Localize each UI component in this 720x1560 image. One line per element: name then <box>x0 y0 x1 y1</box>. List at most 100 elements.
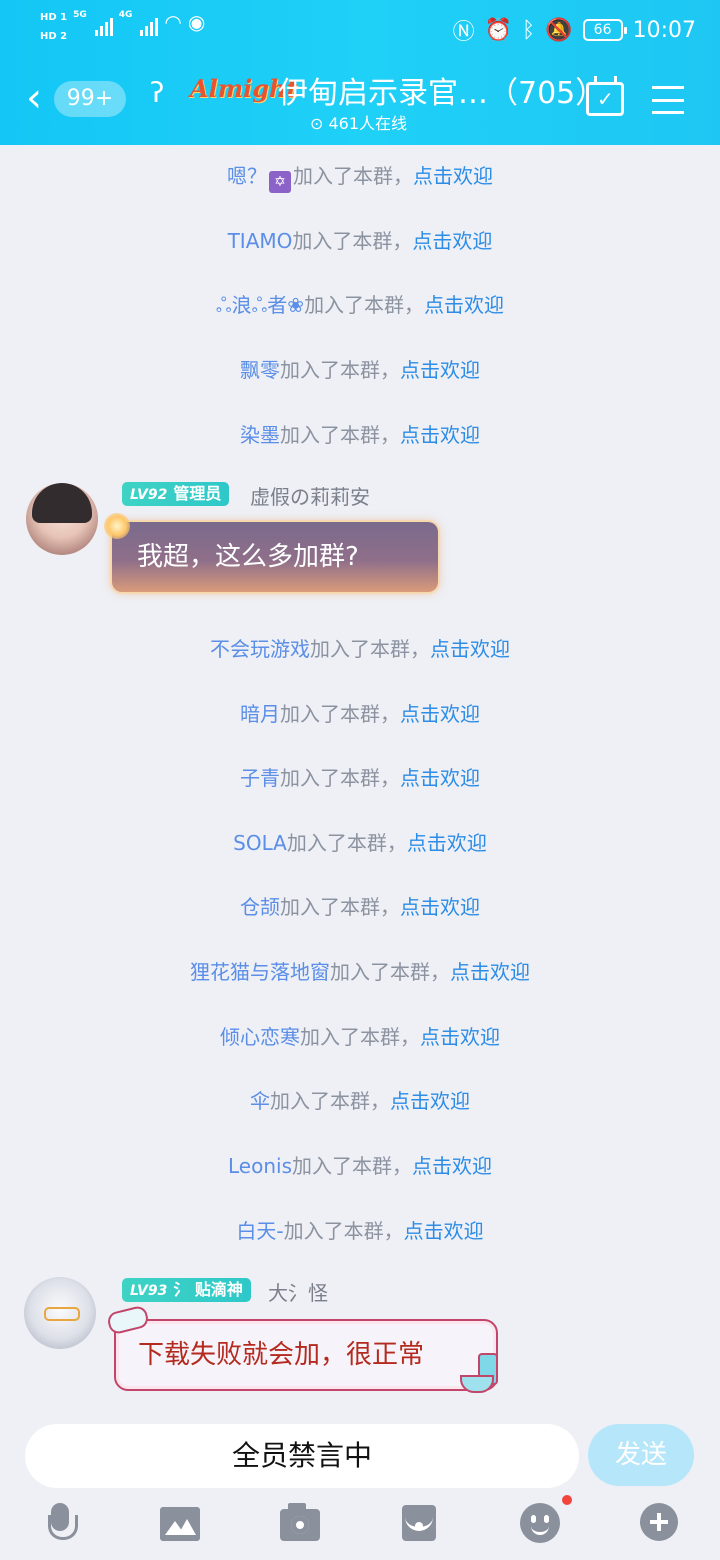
join-text: 加入了本群， <box>293 164 413 188</box>
sender-name[interactable]: 虚假の莉莉安 <box>250 481 370 510</box>
join-text: 加入了本群， <box>330 960 450 984</box>
welcome-link[interactable]: 点击欢迎 <box>400 358 480 382</box>
member-name[interactable]: Leonis <box>228 1154 292 1178</box>
join-notice: 嗯？ ✡ 加入了本群，点击欢迎 <box>0 160 720 193</box>
member-name[interactable]: 伞 <box>250 1089 270 1113</box>
sender-name[interactable]: 大氵怪 <box>268 1277 328 1306</box>
group-title[interactable]: 伊甸启示录官…（705） <box>278 68 605 112</box>
sun-decoration-icon <box>104 513 130 539</box>
join-notice: 倾心恋寒加入了本群，点击欢迎 <box>0 1021 720 1050</box>
welcome-link[interactable]: 点击欢迎 <box>412 229 492 253</box>
alarm-icon: ⏰ <box>484 17 512 43</box>
calendar-check-icon[interactable] <box>586 76 624 116</box>
join-text: 加入了本群， <box>280 895 400 919</box>
join-text: 加入了本群， <box>283 1219 404 1243</box>
member-name[interactable]: 飘零 <box>240 358 280 382</box>
join-notice: 暗月加入了本群，点击欢迎 <box>0 698 720 727</box>
camera-icon[interactable] <box>280 1503 320 1541</box>
chat-message-list[interactable]: 嗯？ ✡ 加入了本群，点击欢迎 TIAMO加入了本群，点击欢迎 ஃ浪ஃ者❀加入了本群… <box>0 145 720 1407</box>
unread-badge[interactable]: 99+ <box>54 81 126 117</box>
message-bubble[interactable]: 我超，这么多加群? <box>112 522 438 592</box>
nfc-icon: Ⓝ <box>452 20 475 45</box>
member-name[interactable]: 嗯？ <box>227 164 267 188</box>
swirl-decoration-icon: ஃ <box>251 293 268 317</box>
member-name[interactable]: 子青 <box>240 766 280 790</box>
image-icon[interactable] <box>160 1507 200 1541</box>
status-bar: HD 1 HD 2 5G 4G ◠ ◉ Ⓝ ⏰ ᛒ 🔕 66 10:07 <box>0 0 720 56</box>
avatar[interactable] <box>24 1277 96 1349</box>
network-4g-label: 4G <box>118 10 133 20</box>
join-notice: TIAMO加入了本群，点击欢迎 <box>0 225 720 254</box>
welcome-link[interactable]: 点击欢迎 <box>390 1089 470 1113</box>
welcome-link[interactable]: 点击欢迎 <box>400 702 480 726</box>
microphone-icon[interactable] <box>42 1503 82 1543</box>
join-notice: 不会玩游戏加入了本群，点击欢迎 <box>0 633 720 662</box>
join-notice: 狸花猫与落地窗加入了本群，点击欢迎 <box>0 956 720 985</box>
join-notice: 伞加入了本群，点击欢迎 <box>0 1085 720 1114</box>
red-packet-icon[interactable] <box>402 1505 436 1541</box>
join-text: 加入了本群， <box>292 229 413 253</box>
join-notice: SOLA加入了本群，点击欢迎 <box>0 827 720 856</box>
network-5g-label: 5G <box>73 10 87 20</box>
join-text: 加入了本群， <box>280 358 400 382</box>
flower-decoration-icon: ❀ <box>287 293 305 317</box>
member-name[interactable]: 狸花猫与落地窗 <box>190 960 330 984</box>
join-text: 加入了本群， <box>280 766 400 790</box>
menu-icon[interactable] <box>652 86 684 114</box>
level-label: LV93 <box>130 1283 168 1299</box>
online-check-icon: ⊙ <box>310 114 329 133</box>
member-name-part: 浪 <box>231 293 252 317</box>
tag-decoration-icon: 氵 <box>173 1280 195 1299</box>
join-text: 加入了本群， <box>280 423 400 447</box>
wifi-icon: ◠ <box>164 10 182 34</box>
welcome-link[interactable]: 点击欢迎 <box>413 164 493 188</box>
online-count-text: 461人在线 <box>328 114 408 133</box>
member-level-tag: LV92 管理员 <box>122 482 230 506</box>
join-text: 加入了本群， <box>270 1089 390 1113</box>
join-text: 加入了本群， <box>280 702 400 726</box>
send-button[interactable]: 发送 <box>588 1424 694 1486</box>
input-bar: 全员禁言中 发送 <box>0 1407 720 1560</box>
welcome-link[interactable]: 点击欢迎 <box>424 293 504 317</box>
member-name[interactable]: 白天- <box>236 1219 283 1243</box>
role-label: 贴滴神 <box>194 1280 243 1299</box>
join-notice: ஃ浪ஃ者❀加入了本群，点击欢迎 <box>0 289 720 320</box>
sim2-label: HD 2 <box>40 31 68 42</box>
join-text: 加入了本群， <box>304 293 425 317</box>
member-name[interactable]: SOLA <box>233 831 287 855</box>
welcome-link[interactable]: 点击欢迎 <box>407 831 487 855</box>
bottle-decoration-icon <box>460 1349 500 1393</box>
member-name[interactable]: 倾心恋寒 <box>220 1025 300 1049</box>
member-name-part: 者 <box>267 293 288 317</box>
welcome-link[interactable]: 点击欢迎 <box>400 423 480 447</box>
battery-icon: 66 <box>582 19 627 41</box>
member-name[interactable]: 不会玩游戏 <box>210 637 310 661</box>
member-level-tag: LV93 氵 贴滴神 <box>122 1278 251 1302</box>
member-name[interactable]: TIAMO <box>228 229 293 253</box>
message-bubble[interactable]: 下载失败就会加，很正常 <box>114 1319 498 1391</box>
welcome-link[interactable]: 点击欢迎 <box>404 1219 484 1243</box>
eye-icon: ◉ <box>187 10 206 34</box>
member-name[interactable]: 仓颉 <box>240 895 280 919</box>
emoji-icon[interactable] <box>520 1503 560 1543</box>
welcome-link[interactable]: 点击欢迎 <box>400 895 480 919</box>
join-text: 加入了本群， <box>300 1025 420 1049</box>
member-name[interactable]: 染墨 <box>240 423 280 447</box>
message-input[interactable]: 全员禁言中 <box>25 1424 579 1488</box>
welcome-link[interactable]: 点击欢迎 <box>412 1154 492 1178</box>
avatar[interactable] <box>26 483 98 555</box>
role-label: 管理员 <box>173 484 222 503</box>
plus-icon[interactable] <box>640 1503 678 1541</box>
welcome-link[interactable]: 点击欢迎 <box>450 960 530 984</box>
member-name[interactable]: 暗月 <box>240 702 280 726</box>
signal-icon-2 <box>140 14 159 36</box>
back-arrow-icon[interactable]: ‹ <box>26 78 42 118</box>
welcome-link[interactable]: 点击欢迎 <box>400 766 480 790</box>
welcome-link[interactable]: 点击欢迎 <box>430 637 510 661</box>
sim1-label: HD 1 <box>40 12 68 23</box>
welcome-link[interactable]: 点击欢迎 <box>420 1025 500 1049</box>
earpiece-icon[interactable]: ʔ <box>150 76 164 109</box>
join-text: 加入了本群， <box>310 637 430 661</box>
member-name[interactable]: ஃ浪ஃ者❀ <box>216 293 304 317</box>
input-toolbar <box>0 1495 720 1553</box>
